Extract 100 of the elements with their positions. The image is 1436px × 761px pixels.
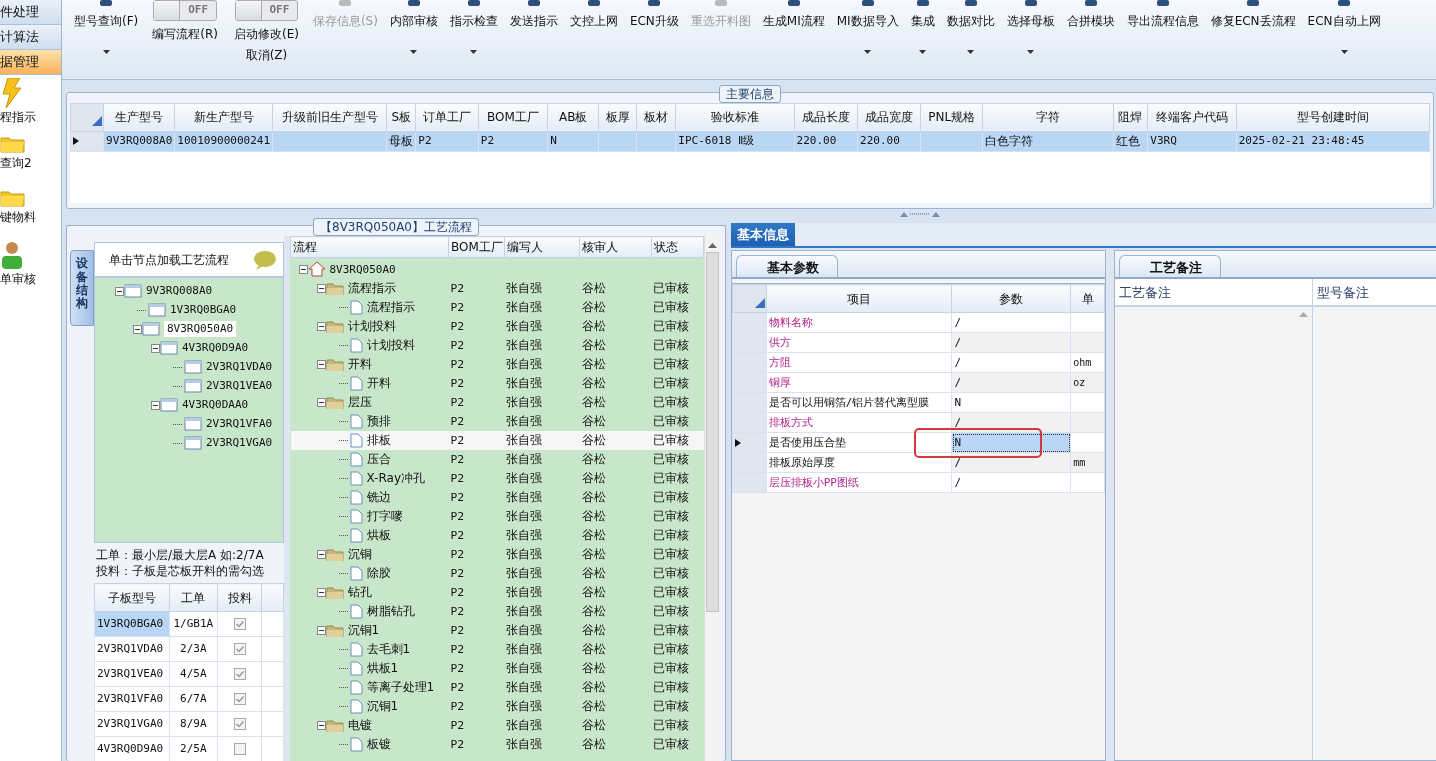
column-header[interactable]: 编写人 (504, 236, 580, 258)
tree-node[interactable]: 2V3RQ1VGA0 (206, 434, 273, 452)
tree-node[interactable]: 流程指示 (347, 280, 396, 296)
column-header[interactable]: 型号创建时间 (1236, 103, 1430, 132)
checkbox[interactable] (233, 643, 246, 656)
tree-node[interactable]: 沉铜 (347, 546, 372, 562)
column-header[interactable]: 终端客户代码 (1147, 103, 1237, 132)
nav-item[interactable]: 程指示 (0, 108, 61, 126)
tree-node[interactable]: 沉铜1 (366, 698, 399, 714)
column-header[interactable]: 工艺备注 (1115, 279, 1313, 306)
tree-node[interactable]: 电镀 (347, 717, 372, 733)
toolbar-button[interactable]: 文控上网 (563, 0, 624, 76)
table-cell[interactable]: 4V3RQ0D9A0 (94, 736, 170, 761)
tree-node[interactable]: 8V3RQ050A0 (164, 320, 237, 338)
tree-node[interactable]: 除胶 (366, 565, 391, 581)
toolbar-button[interactable]: 集成 (904, 0, 941, 76)
toolbar-button[interactable]: 指示检查 (443, 0, 504, 76)
column-header[interactable]: 新生产型号 (174, 103, 273, 132)
tree-node[interactable]: 板镀 (366, 736, 391, 752)
column-header[interactable]: 订单工厂 (415, 103, 479, 132)
column-header[interactable]: 成品宽度 (857, 103, 921, 132)
table-cell[interactable]: 2V3RQ1VEA0 (94, 661, 170, 687)
row-header[interactable] (732, 432, 767, 453)
tree-node[interactable]: 计划投料 (366, 337, 415, 353)
toolbar-button[interactable]: MI数据导入 (830, 0, 905, 76)
toolbar-button[interactable]: ECN升级 (623, 0, 685, 76)
column-header[interactable]: PNL规格 (921, 103, 983, 132)
tree-node[interactable]: 去毛刺1 (366, 641, 411, 657)
column-header[interactable]: 状态 (651, 236, 704, 258)
column-header[interactable]: 流程 (290, 236, 449, 258)
tree-node[interactable]: X-Ray冲孔 (366, 470, 425, 486)
scrollbar-thumb[interactable] (705, 252, 719, 613)
checkbox[interactable] (233, 743, 246, 756)
checkbox[interactable] (233, 618, 246, 631)
tree-node[interactable]: 开料 (366, 375, 391, 391)
column-header[interactable]: BOM工厂 (478, 103, 548, 132)
nav-group[interactable]: 件处理 (0, 0, 61, 25)
toolbar-button[interactable]: 发送指示 (503, 0, 564, 76)
tree-node[interactable]: 压合 (366, 451, 391, 467)
toolbar-button[interactable]: 数据对比 (940, 0, 1001, 76)
column-header[interactable]: S板 (386, 103, 416, 132)
column-header[interactable]: 验收标准 (675, 103, 795, 132)
toolbar-button[interactable]: 生成MI流程 (756, 0, 831, 76)
column-header[interactable]: 型号备注 (1313, 279, 1436, 306)
checkbox[interactable] (233, 718, 246, 731)
toolbar-button[interactable]: 选择母板 (1000, 0, 1061, 76)
tree-node[interactable]: 排板 (366, 432, 391, 448)
checkbox[interactable] (233, 668, 246, 681)
table-cell[interactable]: 1V3RQ0BGA0 (94, 611, 170, 637)
column-header[interactable]: 字符 (982, 103, 1114, 132)
column-header[interactable]: 板厚 (598, 103, 637, 132)
toolbar-button[interactable]: ECN自动上网 (1301, 0, 1387, 76)
tab[interactable]: 工艺备注 (1119, 255, 1221, 278)
tree-node[interactable]: 打字嘜 (366, 508, 403, 524)
toolbar-button[interactable]: 修复ECN丢流程 (1204, 0, 1302, 76)
column-header[interactable]: 投料 (217, 583, 262, 612)
tree-node[interactable]: 烘板 (366, 527, 391, 543)
tree-node[interactable]: 9V3RQ008A0 (146, 282, 213, 300)
toolbar-button[interactable]: 合拼模块 (1060, 0, 1121, 76)
column-header[interactable]: 成品长度 (794, 103, 858, 132)
checkbox[interactable] (233, 693, 246, 706)
column-header[interactable]: 板材 (636, 103, 676, 132)
tree-node[interactable]: 2V3RQ1VFA0 (206, 415, 273, 433)
toolbar-button[interactable]: 型号查询(F) (68, 0, 145, 76)
tree-node[interactable]: 层压 (347, 394, 372, 410)
tree-node[interactable]: 铣边 (366, 489, 391, 505)
tree-node[interactable]: 2V3RQ1VDA0 (206, 358, 273, 376)
column-header[interactable]: 升级前旧生产型号 (272, 103, 387, 132)
nav-group[interactable]: 据管理 (0, 50, 61, 75)
toolbar-button[interactable]: 内部审核 (383, 0, 444, 76)
row-header[interactable] (70, 131, 104, 152)
nav-group[interactable]: 计算法 (0, 25, 61, 50)
tab[interactable]: 基本参数 (736, 255, 838, 278)
toggle-switch[interactable]: OFF (153, 0, 218, 21)
nav-item[interactable]: 键物料 (0, 208, 61, 226)
column-header[interactable]: 工单 (169, 583, 218, 612)
tree-node[interactable]: 烘板1 (366, 660, 399, 676)
tree-node[interactable]: 树脂钻孔 (366, 603, 415, 619)
column-header[interactable]: 单 (1070, 284, 1105, 313)
tree-node[interactable]: 钻孔 (347, 584, 372, 600)
tree-node[interactable]: 8V3RQ050A0 (329, 261, 396, 277)
column-header[interactable]: 参数 (951, 284, 1071, 313)
column-header[interactable]: 项目 (766, 284, 952, 313)
nav-item[interactable]: 查询2 (0, 154, 61, 172)
tree-node[interactable]: 4V3RQ0DAA0 (182, 396, 249, 414)
tree-node[interactable]: 等离子处理1 (366, 679, 435, 695)
column-header[interactable]: 阻焊 (1113, 103, 1148, 132)
tree-node[interactable]: 沉铜1 (347, 622, 380, 638)
tree-node[interactable]: 开料 (347, 356, 372, 372)
tree-node[interactable]: 计划投料 (347, 318, 396, 334)
tree-node[interactable]: 2V3RQ1VEA0 (206, 377, 273, 395)
toolbar-button[interactable]: 导出流程信息 (1120, 0, 1205, 76)
nav-item[interactable]: 单审核 (0, 270, 61, 288)
column-header[interactable]: AB板 (547, 103, 599, 132)
side-tab[interactable]: 设备结构 (70, 250, 94, 327)
tree-node[interactable]: 流程指示 (366, 299, 415, 315)
tree-node[interactable]: 预排 (366, 413, 391, 429)
tree-node[interactable]: 1V3RQ0BGA0 (170, 301, 237, 319)
column-header[interactable]: 核审人 (579, 236, 652, 258)
tab[interactable]: 基本信息 (731, 223, 795, 247)
